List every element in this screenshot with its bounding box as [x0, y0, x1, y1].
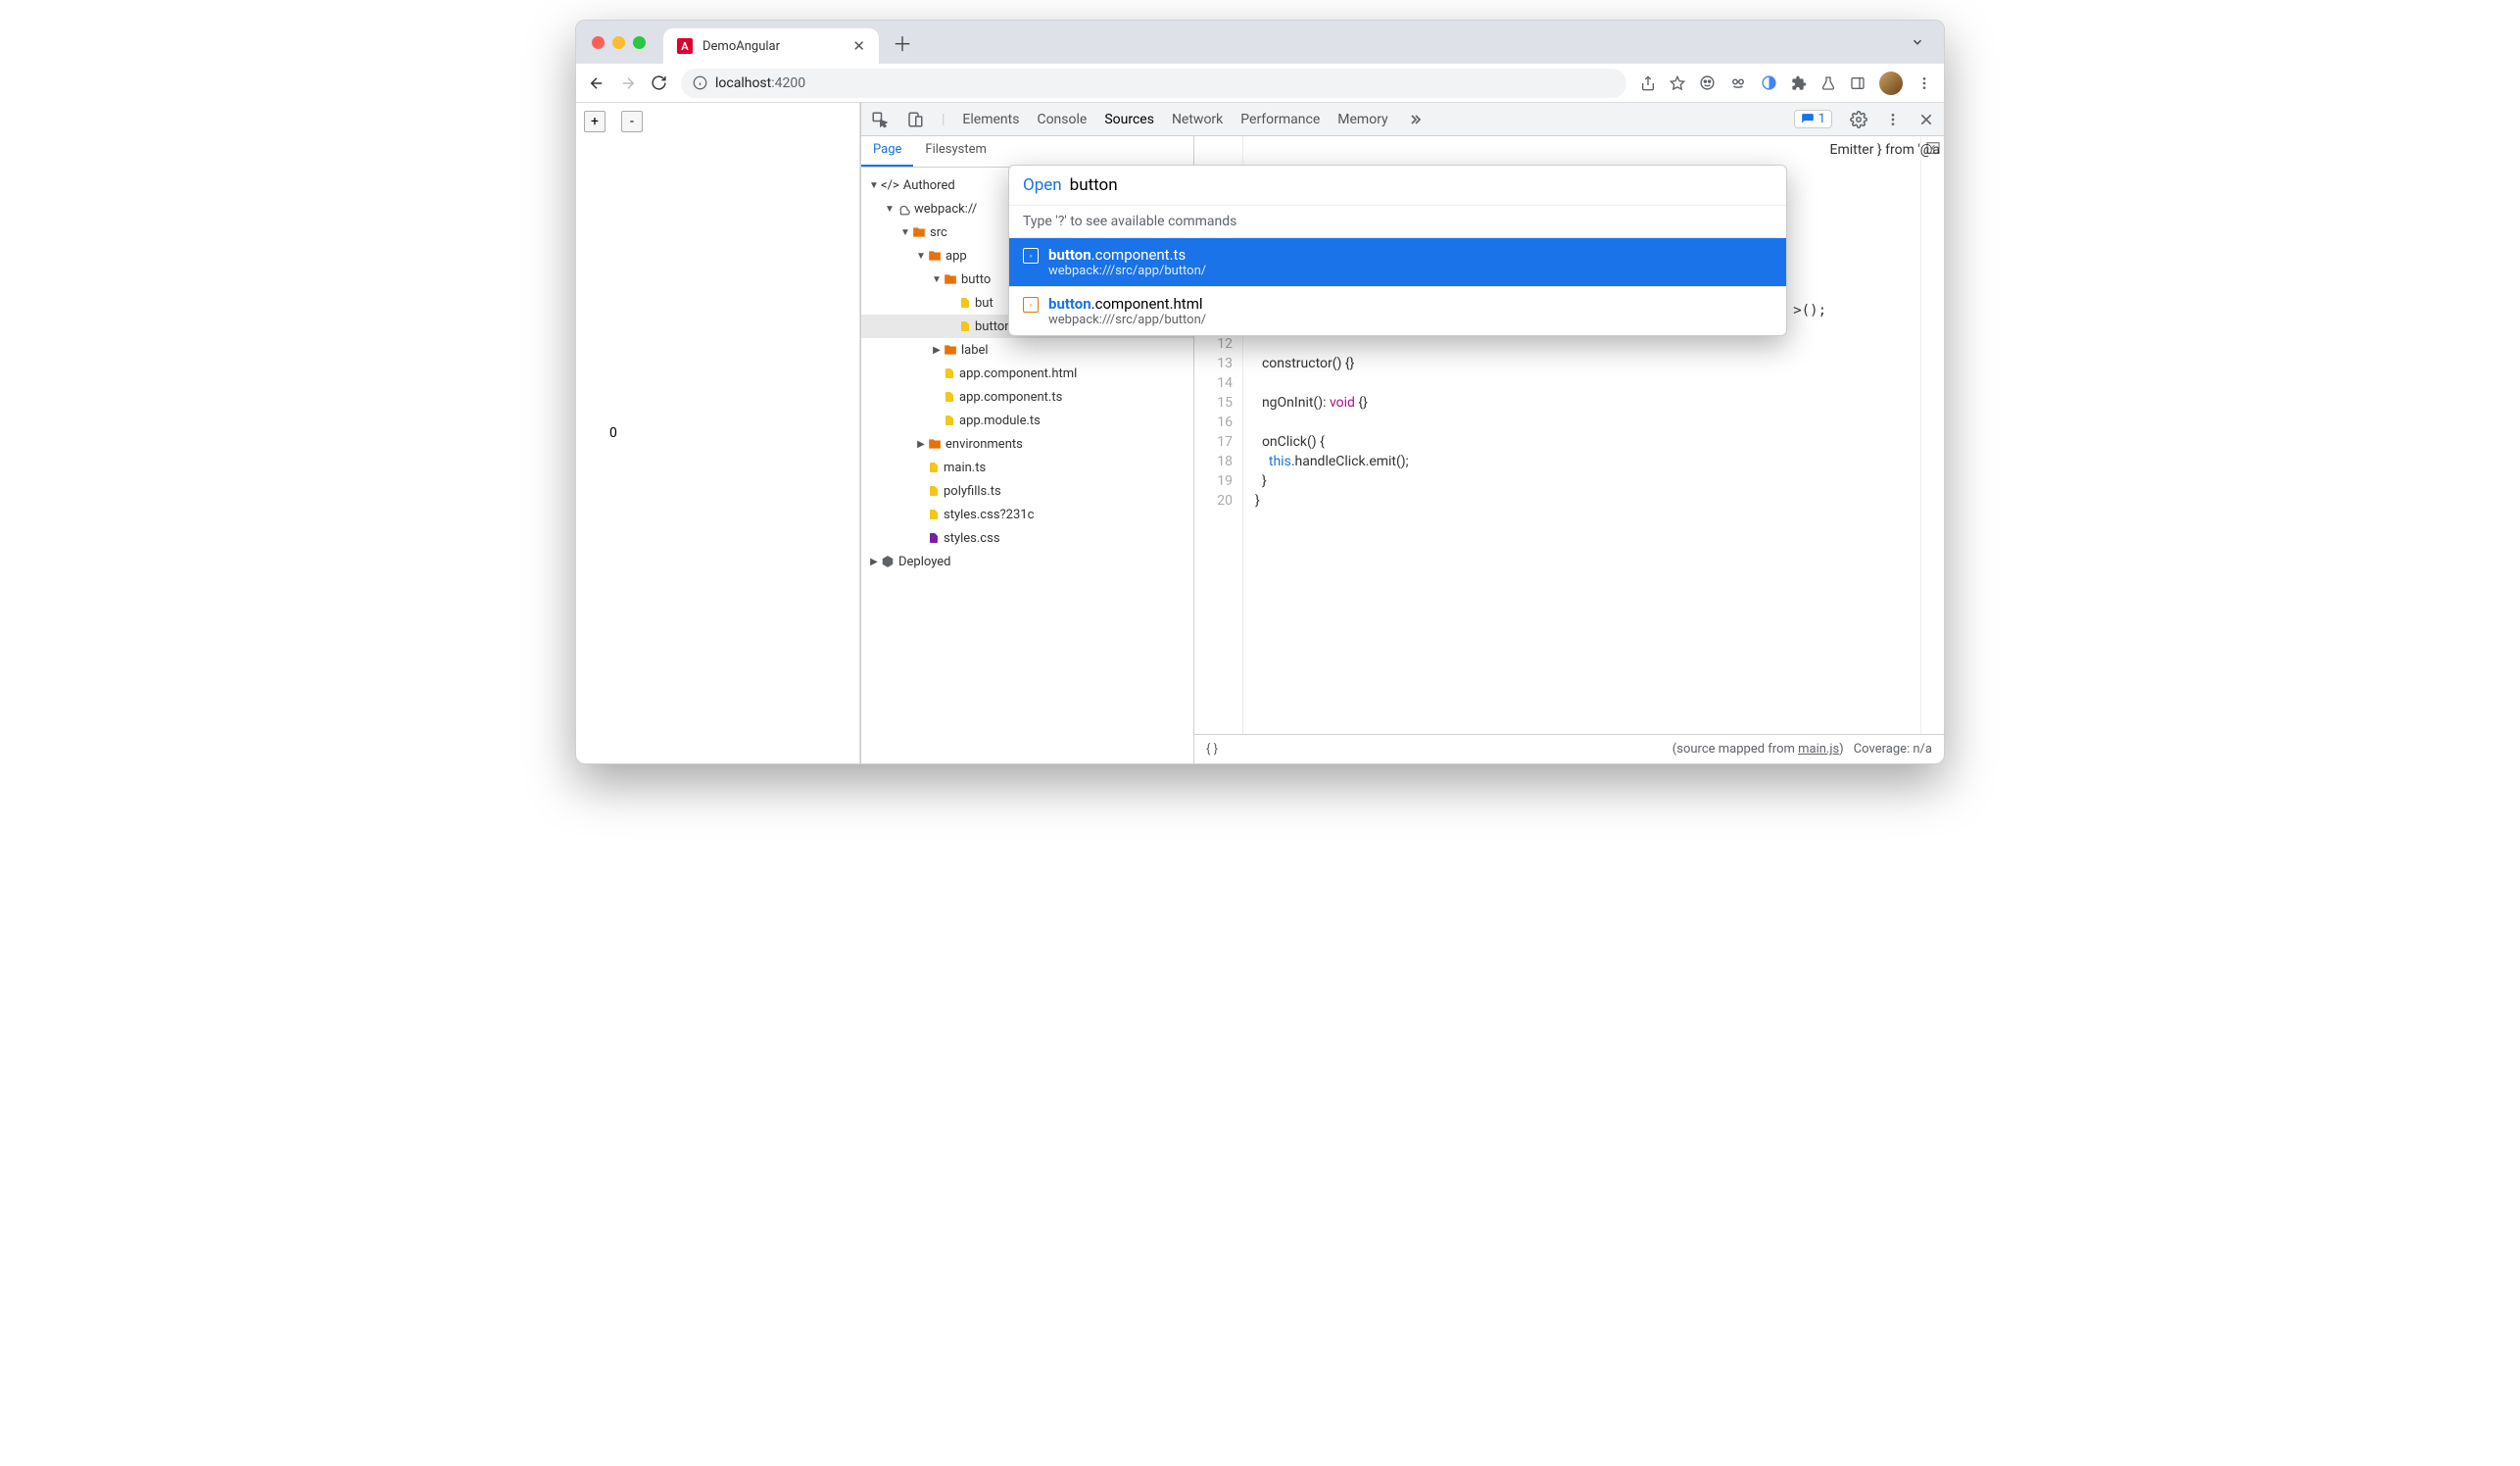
- new-tab-button[interactable]: ＋: [893, 28, 912, 57]
- editor-statusbar: { } (source mapped from main.js) Coverag…: [1194, 734, 1944, 763]
- tree-app[interactable]: app: [945, 249, 967, 264]
- chrome-menu-icon[interactable]: [1916, 75, 1932, 91]
- palette-input-row: Open: [1009, 166, 1786, 205]
- extension-icon-2[interactable]: [1729, 74, 1747, 92]
- tree-environments[interactable]: environments: [945, 437, 1023, 452]
- minimize-window-button[interactable]: [612, 36, 625, 49]
- content-area: + 0 - | Elements Console Sources Network…: [576, 103, 1944, 763]
- coverage-label: Coverage: n/a: [1854, 742, 1932, 757]
- side-panel-icon[interactable]: [1850, 75, 1866, 91]
- tree-styles[interactable]: styles.css: [944, 531, 1000, 546]
- tree-authored[interactable]: Authored: [903, 178, 955, 193]
- tree-webpack[interactable]: webpack://: [914, 202, 977, 217]
- webpage-content: + 0 -: [576, 103, 860, 763]
- devtools-tab-performance[interactable]: Performance: [1240, 112, 1320, 127]
- editor-right-toggle[interactable]: [1920, 136, 1944, 734]
- palette-open-label: Open: [1023, 175, 1062, 195]
- back-button[interactable]: [588, 74, 606, 92]
- source-mapped-label: (source mapped from main.js): [1672, 742, 1844, 757]
- decrement-button[interactable]: -: [621, 111, 643, 132]
- browser-tab[interactable]: A DemoAngular ✕: [663, 28, 879, 64]
- extension-icon-3[interactable]: [1761, 74, 1777, 91]
- source-map-link[interactable]: main.js: [1798, 742, 1839, 757]
- tabs-menu-chevron-icon[interactable]: [1911, 35, 1924, 49]
- code-import-tail: Emitter } from '@a: [1830, 142, 1941, 158]
- url-port: :4200: [771, 75, 805, 91]
- address-bar[interactable]: localhost:4200: [681, 69, 1626, 98]
- tree-app-ts[interactable]: app.component.ts: [959, 390, 1062, 405]
- window-controls: [592, 36, 646, 49]
- browser-window: A DemoAngular ✕ ＋ localhost:4200: [575, 20, 1945, 764]
- extension-icon-1[interactable]: [1699, 74, 1716, 91]
- tree-app-module[interactable]: app.module.ts: [959, 414, 1041, 428]
- browser-toolbar: localhost:4200: [576, 64, 1944, 103]
- angular-favicon: A: [677, 38, 693, 54]
- devtools-close-icon[interactable]: [1918, 112, 1934, 127]
- devtools-tab-console[interactable]: Console: [1037, 112, 1087, 127]
- forward-button[interactable]: [619, 74, 637, 92]
- devtools-body: Page Filesystem ▼</>Authored ▼webpack://…: [861, 136, 1944, 763]
- format-braces-icon[interactable]: { }: [1206, 742, 1218, 757]
- devtools-tabbar: | Elements Console Sources Network Perfo…: [861, 103, 1944, 136]
- more-tabs-icon[interactable]: [1406, 112, 1422, 127]
- tree-styles-q[interactable]: styles.css?231c: [944, 508, 1034, 522]
- tab-strip: A DemoAngular ✕ ＋: [576, 21, 1944, 64]
- devtools-tab-network[interactable]: Network: [1172, 112, 1223, 127]
- devtools-panel: | Elements Console Sources Network Perfo…: [860, 103, 1944, 763]
- tree-deployed[interactable]: Deployed: [898, 555, 951, 569]
- palette-input[interactable]: [1070, 175, 1772, 195]
- devtools-menu-icon[interactable]: [1885, 112, 1901, 127]
- file-icon: ◦: [1023, 297, 1039, 313]
- inspect-element-icon[interactable]: [871, 111, 889, 128]
- close-window-button[interactable]: [592, 36, 605, 49]
- issues-badge[interactable]: 1: [1794, 110, 1832, 128]
- tree-polyfills[interactable]: polyfills.ts: [944, 484, 1001, 499]
- tree-app-html[interactable]: app.component.html: [959, 366, 1077, 381]
- bookmark-star-icon[interactable]: [1670, 75, 1685, 91]
- extensions-puzzle-icon[interactable]: [1791, 75, 1807, 91]
- sidebar-tabs: Page Filesystem: [861, 136, 1193, 168]
- open-file-palette: Open Type '?' to see available commands …: [1008, 165, 1787, 336]
- tree-button-html[interactable]: but: [975, 296, 993, 311]
- devtools-tab-memory[interactable]: Memory: [1337, 112, 1387, 127]
- url-host: localhost: [715, 75, 771, 91]
- tab-close-icon[interactable]: ✕: [852, 37, 865, 55]
- share-icon[interactable]: [1640, 75, 1656, 91]
- site-info-icon[interactable]: [693, 75, 707, 90]
- tree-label[interactable]: label: [961, 343, 989, 358]
- code-overflow-fragment: >();: [1793, 303, 1826, 318]
- sidebar-tab-filesystem[interactable]: Filesystem: [913, 136, 998, 167]
- tree-main[interactable]: main.ts: [944, 461, 986, 475]
- increment-button[interactable]: +: [584, 111, 606, 132]
- tab-title: DemoAngular: [703, 39, 843, 54]
- profile-avatar[interactable]: [1879, 72, 1903, 95]
- file-icon: ◦: [1023, 248, 1039, 264]
- labs-flask-icon[interactable]: [1820, 75, 1836, 91]
- palette-result-0[interactable]: ◦ button.component.ts webpack:///src/app…: [1009, 237, 1786, 286]
- tree-src[interactable]: src: [930, 225, 947, 240]
- device-toolbar-icon[interactable]: [906, 111, 924, 128]
- palette-result-1[interactable]: ◦ button.component.html webpack:///src/a…: [1009, 286, 1786, 335]
- devtools-tab-elements[interactable]: Elements: [962, 112, 1019, 127]
- reload-button[interactable]: [651, 74, 667, 91]
- sidebar-tab-page[interactable]: Page: [861, 136, 913, 167]
- counter-value: 0: [609, 425, 617, 441]
- tree-button-folder[interactable]: butto: [961, 272, 991, 287]
- maximize-window-button[interactable]: [633, 36, 646, 49]
- devtools-settings-icon[interactable]: [1850, 111, 1867, 128]
- palette-hint: Type '?' to see available commands: [1009, 205, 1786, 237]
- devtools-tab-sources[interactable]: Sources: [1104, 112, 1154, 127]
